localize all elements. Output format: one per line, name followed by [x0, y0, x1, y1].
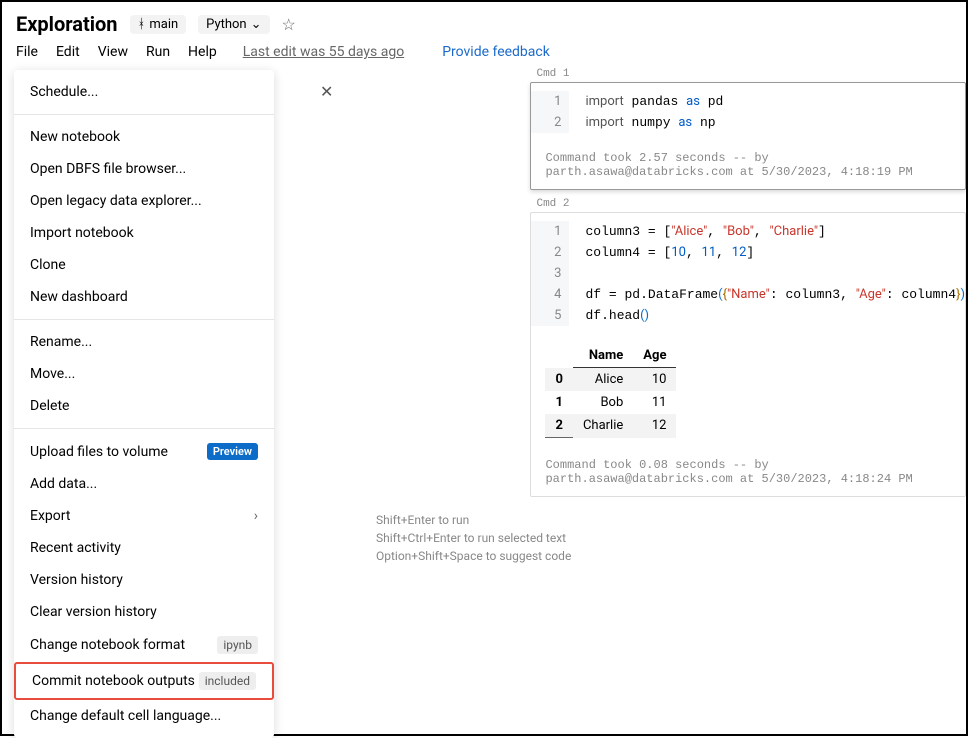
branch-name: main — [149, 17, 178, 32]
menu-move[interactable]: Move... — [14, 358, 274, 390]
separator — [14, 428, 274, 429]
branch-pill[interactable]: ᚼ main — [130, 15, 187, 34]
cell-1[interactable]: 1 2 import pandas as pd import numpy as … — [530, 82, 966, 190]
commit-pill: included — [199, 672, 256, 690]
header: Exploration ᚼ main Python ⌄ ☆ — [2, 2, 966, 40]
table-row: 1 Bob 11 — [545, 391, 676, 414]
dataframe-output: Name Age 0 Alice 10 1 Bob 11 2 Charlie 1… — [545, 344, 676, 438]
close-icon[interactable]: ✕ — [320, 82, 333, 101]
menu-new-notebook[interactable]: New notebook — [14, 121, 274, 153]
gutter: 1 2 — [531, 91, 569, 133]
language-name: Python — [206, 17, 246, 32]
code-area-1[interactable]: 1 2 import pandas as pd import numpy as … — [531, 83, 965, 141]
chevron-right-icon: › — [254, 508, 258, 524]
code-area-2[interactable]: 1 2 3 4 5 column3 = ["Alice", "Bob", "Ch… — [531, 213, 965, 334]
menu-export[interactable]: Export › — [14, 500, 274, 532]
menu-schedule[interactable]: Schedule... — [14, 76, 274, 108]
menu-clear-version[interactable]: Clear version history — [14, 596, 274, 628]
menu-file[interactable]: File — [16, 44, 38, 60]
menu-run[interactable]: Run — [146, 44, 170, 60]
notebook-title[interactable]: Exploration — [16, 12, 118, 36]
cell1-footer: Command took 2.57 seconds -- by parth.as… — [531, 141, 965, 189]
cmd1-label: Cmd 1 — [530, 66, 966, 82]
cell2-footer: Command took 0.08 seconds -- by parth.as… — [531, 448, 965, 496]
language-pill[interactable]: Python ⌄ — [198, 15, 269, 34]
feedback-link[interactable]: Provide feedback — [442, 44, 550, 60]
file-menu-popup: Schedule... New notebook Open DBFS file … — [14, 70, 274, 738]
chevron-down-icon: ⌄ — [251, 17, 262, 32]
menu-change-lang[interactable]: Change default cell language... — [14, 700, 274, 732]
menu-edit[interactable]: Edit — [56, 44, 80, 60]
menu-new-dashboard[interactable]: New dashboard — [14, 281, 274, 313]
separator — [14, 114, 274, 115]
last-edit-link[interactable]: Last edit was 55 days ago — [243, 44, 404, 60]
branch-icon: ᚼ — [138, 17, 146, 32]
menu-upload-volume[interactable]: Upload files to volume Preview — [14, 435, 274, 468]
separator — [14, 319, 274, 320]
cmd2-label: Cmd 2 — [530, 196, 966, 212]
menu-open-legacy[interactable]: Open legacy data explorer... — [14, 185, 274, 217]
menu-change-format[interactable]: Change notebook format ipynb — [14, 628, 274, 662]
menu-delete[interactable]: Delete — [14, 390, 274, 422]
hint-run-selected: Shift+Ctrl+Enter to run selected text — [376, 529, 950, 547]
menu-clone[interactable]: Clone — [14, 249, 274, 281]
code-text[interactable]: column3 = ["Alice", "Bob", "Charlie"] co… — [569, 221, 965, 326]
cells-area: Cmd 1 1 2 import pandas as pd import num… — [530, 66, 966, 503]
preview-badge: Preview — [207, 443, 258, 460]
star-icon[interactable]: ☆ — [282, 15, 296, 34]
menu-commit-outputs[interactable]: Commit notebook outputs included — [14, 662, 274, 700]
menu-view[interactable]: View — [98, 44, 128, 60]
hint-suggest: Option+Shift+Space to suggest code — [376, 547, 950, 565]
table-row: 0 Alice 10 — [545, 368, 676, 392]
menu-recent-activity[interactable]: Recent activity — [14, 532, 274, 564]
hint-run: Shift+Enter to run — [376, 511, 950, 529]
menu-import-notebook[interactable]: Import notebook — [14, 217, 274, 249]
format-pill: ipynb — [217, 636, 258, 654]
menu-version-history[interactable]: Version history — [14, 564, 274, 596]
keyboard-hints: Shift+Enter to run Shift+Ctrl+Enter to r… — [360, 503, 966, 573]
gutter: 1 2 3 4 5 — [531, 221, 569, 326]
code-text[interactable]: import pandas as pd import numpy as np — [569, 91, 723, 133]
menu-add-data[interactable]: Add data... — [14, 468, 274, 500]
menu-open-dbfs[interactable]: Open DBFS file browser... — [14, 153, 274, 185]
table-row: 2 Charlie 12 — [545, 414, 676, 438]
menu-rename[interactable]: Rename... — [14, 326, 274, 358]
cell-2[interactable]: 1 2 3 4 5 column3 = ["Alice", "Bob", "Ch… — [530, 212, 966, 497]
menu-help[interactable]: Help — [188, 44, 217, 60]
